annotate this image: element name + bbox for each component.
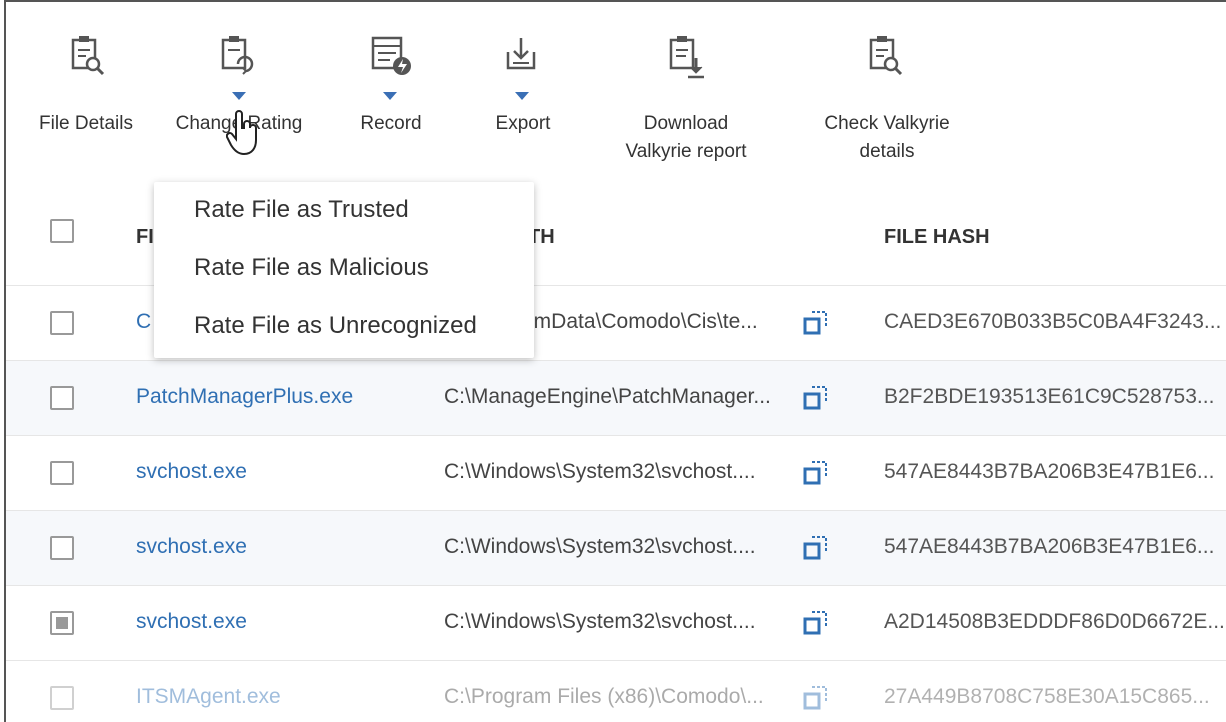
menu-item-rate-unrecognized[interactable]: Rate File as Unrecognized — [194, 312, 477, 340]
file-hash: 547AE8443B7BA206B3E47B1E6... — [884, 460, 1215, 483]
column-header-file-name[interactable]: FI — [136, 226, 154, 249]
select-all-checkbox[interactable] — [50, 219, 74, 243]
change-rating-dropdown: Rate File as Trusted Rate File as Malici… — [154, 182, 534, 358]
export-label: Export — [495, 113, 551, 134]
row-checkbox[interactable] — [50, 386, 74, 410]
copy-icon[interactable] — [802, 683, 832, 713]
file-name-link[interactable]: svchost.exe — [136, 535, 247, 559]
chevron-down-icon — [383, 92, 397, 100]
file-name-link[interactable]: svchost.exe — [136, 610, 247, 634]
copy-icon[interactable] — [802, 458, 832, 488]
copy-icon[interactable] — [802, 608, 832, 638]
file-details-label: File Details — [39, 113, 133, 134]
chevron-down-icon — [515, 92, 529, 100]
table-row[interactable]: ITSMAgent.exe C:\Program Files (x86)\Com… — [6, 661, 1226, 722]
file-hash: B2F2BDE193513E61C9C528753... — [884, 385, 1215, 408]
chevron-down-icon — [232, 92, 246, 100]
export-button[interactable]: Export — [468, 32, 578, 142]
row-checkbox[interactable] — [50, 311, 74, 335]
copy-icon[interactable] — [802, 383, 832, 413]
file-path: C:\Windows\System32\svchost.... — [444, 535, 756, 558]
check-valkyrie-details-button[interactable]: Check Valkyrie details — [802, 32, 972, 172]
download-label-line2: Valkyrie report — [625, 141, 747, 162]
table-row[interactable]: svchost.exe C:\Windows\System32\svchost.… — [6, 586, 1226, 661]
file-hash: A2D14508B3EDDDF86D0D6672E... — [884, 610, 1225, 633]
row-checkbox[interactable] — [50, 686, 74, 710]
column-header-file-hash[interactable]: FILE HASH — [884, 226, 990, 249]
row-checkbox[interactable] — [50, 461, 74, 485]
download-label-line1: Download — [643, 113, 729, 134]
record-button[interactable]: Record — [336, 32, 446, 142]
table-row[interactable]: svchost.exe C:\Windows\System32\svchost.… — [6, 436, 1226, 511]
export-icon — [506, 38, 536, 70]
file-path: C:\Windows\System32\svchost.... — [444, 460, 756, 483]
file-search-icon — [869, 36, 903, 76]
file-hash: 27A449B8708C758E30A15C865... — [884, 685, 1210, 708]
download-valkyrie-report-button[interactable]: Download Valkyrie report — [598, 32, 774, 172]
hand-cursor-icon — [226, 110, 257, 156]
file-path: amData\Comodo\Cis\te... — [522, 310, 758, 333]
copy-icon[interactable] — [802, 308, 832, 338]
table-row[interactable]: PatchManagerPlus.exe C:\ManageEngine\Pat… — [6, 361, 1226, 436]
file-path: C:\Program Files (x86)\Comodo\... — [444, 685, 764, 708]
download-report-icon — [669, 36, 704, 79]
file-path: C:\ManageEngine\PatchManager... — [444, 385, 771, 408]
file-details-button[interactable]: File Details — [26, 32, 146, 142]
check-label-line2: details — [859, 141, 915, 162]
file-hash: CAED3E670B033B5C0BA4F3243... — [884, 310, 1222, 333]
table-row[interactable]: svchost.exe C:\Windows\System32\svchost.… — [6, 511, 1226, 586]
record-icon — [371, 36, 411, 75]
file-name-link[interactable]: PatchManagerPlus.exe — [136, 385, 353, 409]
row-checkbox[interactable] — [50, 611, 74, 635]
file-list-panel: File Details Change Rating Record Export… — [4, 0, 1226, 722]
file-path: C:\Windows\System32\svchost.... — [444, 610, 756, 633]
menu-item-rate-malicious[interactable]: Rate File as Malicious — [194, 254, 429, 282]
file-hash: 547AE8443B7BA206B3E47B1E6... — [884, 535, 1215, 558]
file-refresh-icon — [221, 36, 254, 75]
copy-icon[interactable] — [802, 533, 832, 563]
row-checkbox[interactable] — [50, 536, 74, 560]
file-name-link[interactable]: ITSMAgent.exe — [136, 685, 281, 709]
record-label: Record — [360, 113, 422, 134]
file-name-link[interactable]: svchost.exe — [136, 460, 247, 484]
file-search-icon — [71, 36, 105, 76]
check-label-line1: Check Valkyrie — [824, 113, 950, 134]
menu-item-rate-trusted[interactable]: Rate File as Trusted — [194, 196, 409, 224]
file-name-link[interactable]: C — [136, 310, 151, 334]
